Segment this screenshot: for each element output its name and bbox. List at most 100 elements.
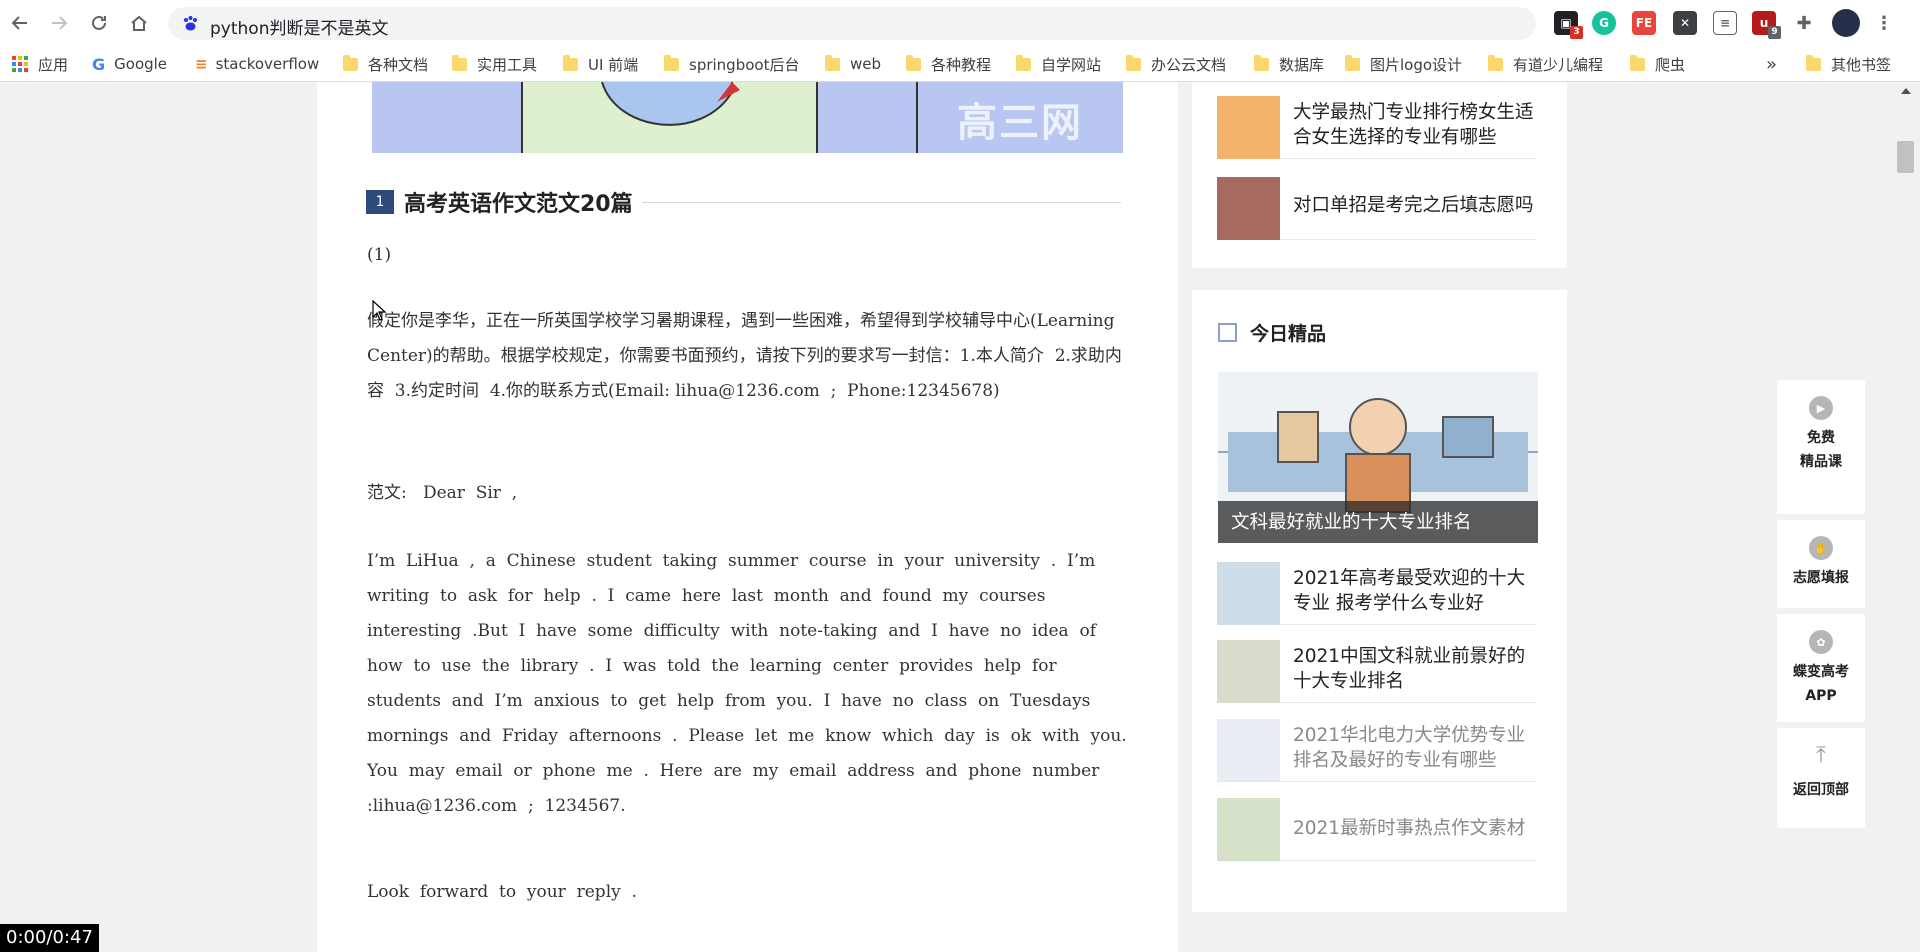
app-download-button[interactable]: ✿ 蝶变高考 APP — [1777, 614, 1865, 722]
article-thumbnail — [1217, 640, 1280, 703]
bookmark-folder[interactable]: 数据库 — [1254, 52, 1324, 76]
section-number-badge: 1 — [366, 190, 394, 214]
folder-icon — [906, 54, 921, 71]
menu-kebab-icon[interactable]: ⋮ — [1872, 11, 1896, 35]
profile-avatar[interactable] — [1832, 9, 1860, 37]
bookmark-google[interactable]: G Google — [92, 52, 167, 76]
bookmark-folder[interactable]: 实用工具 — [452, 52, 537, 76]
bookmarks-overflow-button[interactable]: » — [1766, 52, 1777, 76]
play-icon: ▶ — [1809, 396, 1833, 420]
list-item[interactable]: 对口单招是考完之后填志愿吗 — [1217, 177, 1537, 240]
address-bar[interactable]: python判断是不是英文 — [168, 7, 1536, 40]
bookmark-other-folder[interactable]: 其他书签 — [1806, 52, 1891, 76]
article-column: 高三网 1 高考英语作文范文20篇 (1) 假定你是李华，正在一所英国学校学习暑… — [317, 82, 1178, 952]
bookmark-square-icon — [1218, 323, 1237, 342]
folder-icon — [1806, 54, 1821, 71]
essay-paragraph: I’m LiHua , a Chinese student taking sum… — [367, 551, 1138, 816]
article-thumbnail — [1217, 177, 1280, 240]
reload-icon[interactable] — [84, 8, 114, 38]
folder-icon — [1488, 54, 1503, 71]
article-thumbnail — [1217, 562, 1280, 625]
forward-icon[interactable] — [44, 8, 74, 38]
hero-watermark: 高三网 — [957, 100, 1083, 146]
folder-icon — [452, 54, 467, 71]
folder-icon — [664, 54, 679, 71]
article-link[interactable]: 2021最新时事热点作文素材 — [1293, 816, 1535, 841]
folder-icon — [1254, 54, 1269, 71]
article-link[interactable]: 大学最热门专业排行榜女生适合女生选择的专业有哪些 — [1293, 100, 1535, 150]
folder-icon — [1016, 54, 1031, 71]
bookmark-folder[interactable]: 有道少儿编程 — [1488, 52, 1603, 76]
volunteer-fill-button[interactable]: ✋ 志愿填报 — [1777, 520, 1865, 608]
list-item[interactable]: 2021年高考最受欢迎的十大专业 报考学什么专业好 — [1217, 562, 1537, 625]
bookmark-folder[interactable]: springboot后台 — [664, 52, 799, 76]
scrollbar-thumb[interactable] — [1897, 141, 1914, 173]
article-link[interactable]: 对口单招是考完之后填志愿吗 — [1293, 193, 1535, 218]
extension-counter-icon[interactable]: ▣ 3 — [1554, 11, 1583, 39]
google-g-icon: G — [92, 54, 106, 74]
bookmark-folder[interactable]: 各种文档 — [343, 52, 428, 76]
floating-toolbar: ▶ 免费 精品课 ✋ 志愿填报 ✿ 蝶变高考 APP ⤒ 返回顶部 — [1777, 380, 1865, 834]
closing-paragraph: Look forward to your reply . — [367, 882, 637, 902]
folder-icon — [563, 54, 578, 71]
folder-icon — [1345, 54, 1360, 71]
list-item[interactable]: 2021华北电力大学优势专业排名及最好的专业有哪些 — [1217, 719, 1537, 782]
home-icon[interactable] — [124, 8, 154, 38]
ublock-icon[interactable]: u9 — [1752, 11, 1781, 39]
free-course-button[interactable]: ▶ 免费 精品课 — [1777, 380, 1865, 514]
extensions-puzzle-icon[interactable]: ✚ — [1792, 11, 1816, 35]
grammarly-icon[interactable]: G — [1592, 11, 1616, 35]
article-thumbnail — [1217, 96, 1280, 159]
bookmark-apps[interactable]: 应用 — [12, 52, 68, 76]
featured-heading: 今日精品 — [1250, 323, 1327, 345]
section-heading: 1 高考英语作文范文20篇 — [366, 186, 1121, 217]
apps-grid-icon — [12, 56, 28, 72]
baidu-paw-icon — [184, 16, 197, 31]
bookmark-folder[interactable]: 办公云文档 — [1126, 52, 1226, 76]
bookmark-folder[interactable]: 图片logo设计 — [1345, 52, 1462, 76]
folder-icon — [825, 54, 840, 71]
stackoverflow-icon: ≡ — [195, 55, 208, 73]
bookmark-folder[interactable]: web — [825, 52, 881, 76]
bookmark-stackoverflow[interactable]: ≡ stackoverflow — [195, 52, 319, 76]
folder-icon — [1126, 54, 1141, 71]
article-thumbnail — [1217, 798, 1280, 861]
article-thumbnail — [1217, 719, 1280, 782]
scroll-up-arrow[interactable] — [1901, 88, 1911, 94]
article-hero-image: 高三网 — [372, 82, 1123, 153]
paragraph-number: (1) — [367, 245, 392, 265]
back-icon[interactable] — [5, 8, 35, 38]
banner-caption[interactable]: 文科最好就业的十大专业排名 — [1231, 508, 1472, 534]
address-text[interactable]: python判断是不是英文 — [210, 14, 388, 39]
article-link[interactable]: 2021中国文科就业前景好的十大专业排名 — [1293, 644, 1535, 694]
section-divider — [642, 202, 1121, 203]
x-extension-icon[interactable]: ✕ — [1673, 11, 1697, 35]
bookmark-folder[interactable]: 自学网站 — [1016, 52, 1101, 76]
page-scrollbar[interactable] — [1893, 82, 1920, 952]
list-item[interactable]: 2021最新时事热点作文素材 — [1217, 798, 1537, 861]
arrow-up-to-line-icon: ⤒ — [1816, 743, 1826, 768]
folder-icon — [1630, 54, 1645, 71]
bookmark-folder[interactable]: 爬虫 — [1630, 52, 1685, 76]
back-to-top-button[interactable]: ⤒ 返回顶部 — [1777, 728, 1865, 828]
list-item[interactable]: 大学最热门专业排行榜女生适合女生选择的专业有哪些 — [1217, 96, 1537, 159]
butterfly-icon: ✿ — [1809, 630, 1833, 654]
article-link[interactable]: 2021华北电力大学优势专业排名及最好的专业有哪些 — [1293, 723, 1535, 773]
document-icon[interactable]: ≡ — [1713, 11, 1737, 35]
bookmark-folder[interactable]: 各种教程 — [906, 52, 991, 76]
video-time-overlay: 0:00/0:47 — [0, 924, 99, 952]
related-list-card: 大学最热门专业排行榜女生适合女生选择的专业有哪些 对口单招是考完之后填志愿吗 — [1192, 82, 1567, 268]
page-viewport: 高三网 1 高考英语作文范文20篇 (1) 假定你是李华，正在一所英国学校学习暑… — [0, 82, 1920, 952]
section-title: 高考英语作文范文20篇 — [404, 192, 633, 217]
folder-icon — [343, 54, 358, 71]
article-link[interactable]: 2021年高考最受欢迎的十大专业 报考学什么专业好 — [1293, 566, 1535, 616]
salutation-paragraph: 范文: Dear Sir , — [367, 483, 518, 503]
prompt-paragraph: 假定你是李华，正在一所英国学校学习暑期课程，遇到一些困难，希望得到学校辅导中心(… — [367, 311, 1126, 401]
fe-helper-icon[interactable]: FE — [1632, 11, 1656, 35]
list-item[interactable]: 2021中国文科就业前景好的十大专业排名 — [1217, 640, 1537, 703]
bookmarks-bar: 应用 G Google ≡ stackoverflow 各种文档 实用工具 UI… — [0, 46, 1920, 82]
bookmark-folder[interactable]: UI 前端 — [563, 52, 638, 76]
featured-banner[interactable]: 文科最好就业的十大专业排名 — [1218, 372, 1538, 543]
browser-toolbar: python判断是不是英文 ▣ 3 G FE ✕ ≡ u9 ✚ ⋮ — [0, 0, 1920, 46]
featured-card: 今日精品 文科最好就业的十大专业排名 2021年高考最受欢迎的十大专业 报考学什… — [1192, 290, 1567, 912]
